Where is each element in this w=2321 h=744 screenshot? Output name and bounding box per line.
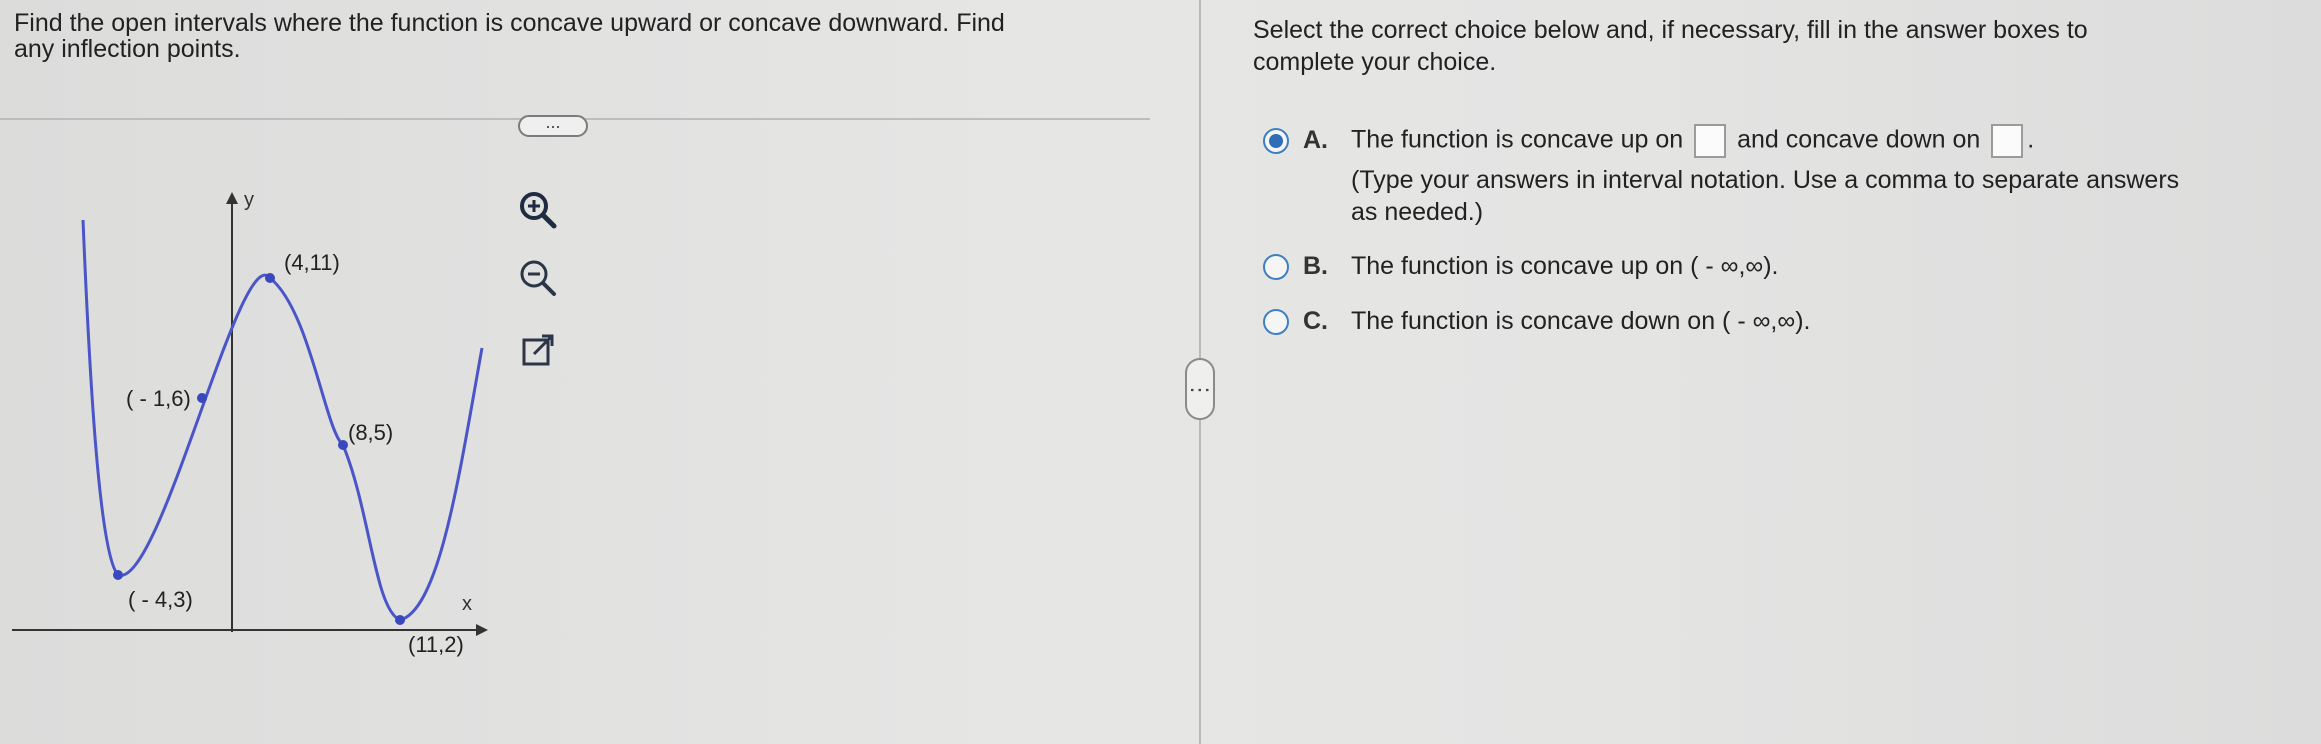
- choice-b-radio[interactable]: [1263, 254, 1289, 280]
- zoom-in-button[interactable]: [514, 186, 564, 236]
- choice-a-hint: (Type your answers in interval notation.…: [1351, 164, 2311, 228]
- label-local-min-left: ( - 4,3): [128, 587, 193, 612]
- concave-up-answer-box[interactable]: [1694, 124, 1727, 158]
- zoom-out-icon: [520, 260, 556, 296]
- y-axis-arrow: [226, 192, 238, 204]
- function-curve: [81, 219, 484, 622]
- question-text: Find the open intervals where the functi…: [14, 10, 1134, 62]
- instructions-line-1: Select the correct choice below and, if …: [1253, 16, 2088, 44]
- choice-a-hint-line-1: (Type your answers in interval notation.…: [1351, 166, 2180, 194]
- choice-a-text: The function is concave up on and concav…: [1351, 124, 2034, 158]
- point-local-min-left: [113, 570, 123, 580]
- point-inflection-left: [197, 393, 207, 403]
- instructions-text: Select the correct choice below and, if …: [1253, 14, 2253, 78]
- open-external-button[interactable]: [514, 326, 564, 376]
- instructions-line-2: complete your choice.: [1253, 48, 1497, 76]
- y-axis-label: y: [244, 189, 254, 211]
- point-local-max: [265, 273, 275, 283]
- open-external-icon: [522, 334, 554, 366]
- label-inflection-left: ( - 1,6): [126, 386, 191, 411]
- choice-c-text: The function is concave down on ( - ∞,∞)…: [1351, 307, 1811, 335]
- zoom-out-button[interactable]: [514, 254, 564, 304]
- expand-more-button[interactable]: ...: [518, 113, 588, 137]
- choice-a-hint-line-2: as needed.): [1351, 198, 1484, 226]
- x-axis-label: x: [462, 593, 472, 615]
- choice-c-letter: C.: [1303, 307, 1328, 335]
- choice-a-letter: A.: [1303, 126, 1328, 154]
- concave-down-answer-box[interactable]: [1991, 124, 2024, 158]
- point-local-min-right: [395, 615, 405, 625]
- choice-a-suffix: .: [2027, 125, 2035, 154]
- point-inflection-right: [338, 440, 348, 450]
- question-line-1: Find the open intervals where the functi…: [14, 9, 1005, 37]
- choice-b-text: The function is concave up on ( - ∞,∞).: [1351, 252, 1779, 280]
- label-local-min-right: (11,2): [408, 632, 464, 657]
- choice-b[interactable]: B. The function is concave up on ( - ∞,∞…: [1263, 252, 2163, 286]
- choice-c[interactable]: C. The function is concave down on ( - ∞…: [1263, 307, 2163, 341]
- choice-c-radio[interactable]: [1263, 309, 1289, 335]
- question-line-2: any inflection points.: [14, 35, 241, 63]
- right-pane: Select the correct choice below and, if …: [1203, 0, 2321, 744]
- choice-a[interactable]: A. The function is concave up on and con…: [1263, 124, 2303, 234]
- zoom-in-icon: [520, 192, 557, 229]
- choice-a-middle: and concave down on: [1737, 125, 1981, 154]
- choice-b-letter: B.: [1303, 252, 1328, 280]
- choice-a-radio[interactable]: [1263, 128, 1289, 154]
- function-graph: y x (4,11) ( - 1,6) (8,5) ( - 4,3) (11,2…: [12, 189, 488, 657]
- left-pane: Find the open intervals where the functi…: [0, 0, 1200, 744]
- label-local-max: (4,11): [284, 250, 340, 275]
- choice-a-prefix: The function is concave up on: [1351, 125, 1684, 154]
- x-axis-arrow: [476, 624, 488, 636]
- label-inflection-right: (8,5): [348, 420, 393, 445]
